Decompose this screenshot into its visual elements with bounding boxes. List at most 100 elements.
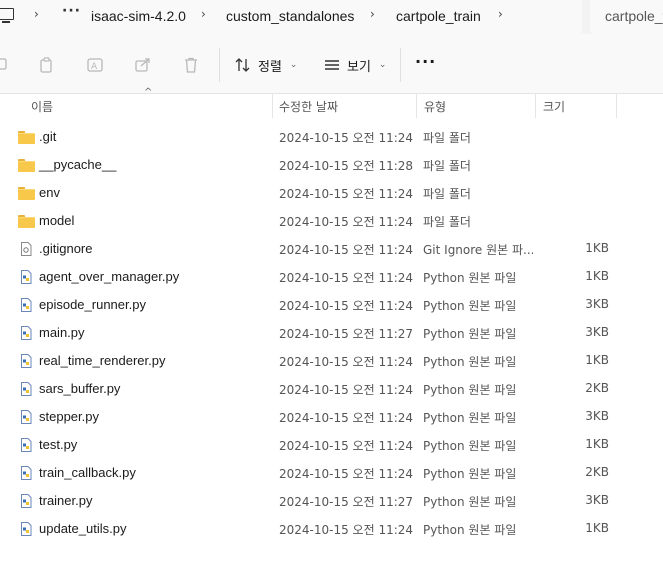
- file-date: 2024-10-15 오전 11:24: [279, 523, 414, 537]
- view-icon: [325, 60, 339, 70]
- file-type: 파일 폴더: [423, 159, 471, 173]
- file-row[interactable]: __pycache__ 2024-10-15 오전 11:28 파일 폴더: [0, 151, 663, 179]
- file-name[interactable]: episode_runner.py: [39, 297, 146, 312]
- file-size: 1KB: [585, 437, 609, 451]
- python-file-icon: [21, 270, 32, 284]
- file-date: 2024-10-15 오전 11:24: [279, 187, 414, 201]
- file-row[interactable]: stepper.py 2024-10-15 오전 11:24 Python 원본 파…: [0, 403, 663, 431]
- view-button[interactable]: 보기 ⌄: [323, 54, 386, 76]
- file-type: Python 원본 파일: [423, 271, 517, 285]
- python-file-icon: [21, 354, 32, 368]
- file-row[interactable]: episode_runner.py 2024-10-15 오전 11:24 Pyth…: [0, 291, 663, 319]
- column-header-size[interactable]: 크기: [543, 98, 565, 115]
- file-row[interactable]: agent_over_manager.py 2024-10-15 오전 11:24…: [0, 263, 663, 291]
- file-size: 3KB: [585, 325, 609, 339]
- file-row[interactable]: env 2024-10-15 오전 11:24 파일 폴더: [0, 179, 663, 207]
- chevron-right-icon[interactable]: ›: [201, 7, 206, 21]
- column-divider[interactable]: [416, 94, 417, 118]
- file-name[interactable]: real_time_renderer.py: [39, 353, 165, 368]
- chevron-right-icon[interactable]: ›: [498, 7, 503, 21]
- file-type: Python 원본 파일: [423, 327, 517, 341]
- file-date: 2024-10-15 오전 11:24: [279, 411, 414, 425]
- view-label: 보기: [347, 59, 371, 75]
- folder-icon: [18, 131, 35, 144]
- file-row[interactable]: update_utils.py 2024-10-15 오전 11:24 Python…: [0, 515, 663, 543]
- file-type: Python 원본 파일: [423, 495, 517, 509]
- sort-label: 정렬: [258, 59, 282, 75]
- search-box[interactable]: cartpole_t: [590, 0, 663, 34]
- python-file-icon: [21, 382, 32, 396]
- python-file-icon: [21, 438, 32, 452]
- file-name[interactable]: .git: [39, 129, 56, 144]
- share-icon[interactable]: [134, 56, 152, 74]
- file-size: 2KB: [585, 465, 609, 479]
- file-size: 2KB: [585, 381, 609, 395]
- file-row[interactable]: real_time_renderer.py 2024-10-15 오전 11:24…: [0, 347, 663, 375]
- more-options-button[interactable]: ···: [415, 52, 436, 71]
- file-row[interactable]: trainer.py 2024-10-15 오전 11:27 Python 원본 파…: [0, 487, 663, 515]
- chevron-down-icon: ⌄: [378, 60, 387, 70]
- chevron-right-icon[interactable]: ›: [370, 7, 375, 21]
- column-header-date[interactable]: 수정한 날짜: [279, 98, 338, 115]
- file-date: 2024-10-15 오전 11:24: [279, 439, 414, 453]
- file-name[interactable]: model: [39, 213, 74, 228]
- file-row[interactable]: main.py 2024-10-15 오전 11:27 Python 원본 파일 3K…: [0, 319, 663, 347]
- file-name[interactable]: agent_over_manager.py: [39, 269, 179, 284]
- folder-icon: [18, 159, 35, 172]
- file-date: 2024-10-15 오전 11:24: [279, 299, 414, 313]
- file-name[interactable]: sars_buffer.py: [39, 381, 120, 396]
- file-name[interactable]: test.py: [39, 437, 77, 452]
- sort-icon: [235, 58, 250, 72]
- column-header-name[interactable]: 이름: [31, 98, 53, 115]
- command-bar: A 정렬 ⌄ 보기 ⌄ ···: [0, 34, 663, 94]
- file-name[interactable]: train_callback.py: [39, 465, 136, 480]
- column-divider[interactable]: [535, 94, 536, 118]
- python-file-icon: [21, 298, 32, 312]
- file-size: 3KB: [585, 297, 609, 311]
- breadcrumb-item[interactable]: cartpole_train: [396, 8, 481, 24]
- search-placeholder: cartpole_t: [605, 8, 663, 24]
- breadcrumb-item[interactable]: isaac-sim-4.2.0: [91, 8, 186, 24]
- file-type: 파일 폴더: [423, 215, 471, 229]
- file-row[interactable]: model 2024-10-15 오전 11:24 파일 폴더: [0, 207, 663, 235]
- file-name[interactable]: main.py: [39, 325, 85, 340]
- file-type: Python 원본 파일: [423, 467, 517, 481]
- file-date: 2024-10-15 오전 11:24: [279, 131, 414, 145]
- column-header-type[interactable]: 유형: [424, 98, 446, 115]
- file-name[interactable]: trainer.py: [39, 493, 92, 508]
- file-type: Python 원본 파일: [423, 411, 517, 425]
- file-date: 2024-10-15 오전 11:27: [279, 495, 414, 509]
- copy-icon[interactable]: [38, 56, 56, 74]
- file-row[interactable]: .git 2024-10-15 오전 11:24 파일 폴더: [0, 123, 663, 151]
- file-name[interactable]: .gitignore: [39, 241, 92, 256]
- sort-button[interactable]: 정렬 ⌄: [234, 54, 297, 76]
- chevron-right-icon[interactable]: ›: [34, 7, 39, 21]
- file-row[interactable]: .gitignore 2024-10-15 오전 11:24 Git Ignore …: [0, 235, 663, 263]
- file-name[interactable]: __pycache__: [39, 157, 116, 172]
- delete-icon[interactable]: [182, 56, 200, 74]
- file-date: 2024-10-15 오전 11:24: [279, 383, 414, 397]
- file-type: Git Ignore 원본 파...: [423, 243, 533, 257]
- python-file-icon: [21, 466, 32, 480]
- breadcrumb-item[interactable]: custom_standalones: [226, 8, 354, 24]
- file-row[interactable]: sars_buffer.py 2024-10-15 오전 11:24 Python …: [0, 375, 663, 403]
- rename-icon[interactable]: A: [86, 56, 104, 74]
- file-row[interactable]: train_callback.py 2024-10-15 오전 11:24 Pyth…: [0, 459, 663, 487]
- file-type: 파일 폴더: [423, 187, 471, 201]
- this-pc-icon[interactable]: [0, 8, 14, 23]
- column-divider[interactable]: [616, 94, 617, 118]
- cut-icon[interactable]: [0, 56, 9, 74]
- python-file-icon: [21, 410, 32, 424]
- file-name[interactable]: env: [39, 185, 60, 200]
- file-type: Python 원본 파일: [423, 299, 517, 313]
- breadcrumb[interactable]: › ··· isaac-sim-4.2.0 › custom_standalon…: [0, 0, 582, 34]
- file-date: 2024-10-15 오전 11:24: [279, 243, 414, 257]
- file-name[interactable]: update_utils.py: [39, 521, 126, 536]
- column-divider[interactable]: [272, 94, 273, 118]
- file-row[interactable]: test.py 2024-10-15 오전 11:24 Python 원본 파일 1K…: [0, 431, 663, 459]
- file-name[interactable]: stepper.py: [39, 409, 99, 424]
- python-file-icon: [21, 522, 32, 536]
- address-bar: › ··· isaac-sim-4.2.0 › custom_standalon…: [0, 0, 663, 34]
- chevron-down-icon: ⌄: [289, 60, 298, 70]
- hidden-crumbs-ellipsis[interactable]: ···: [62, 3, 81, 19]
